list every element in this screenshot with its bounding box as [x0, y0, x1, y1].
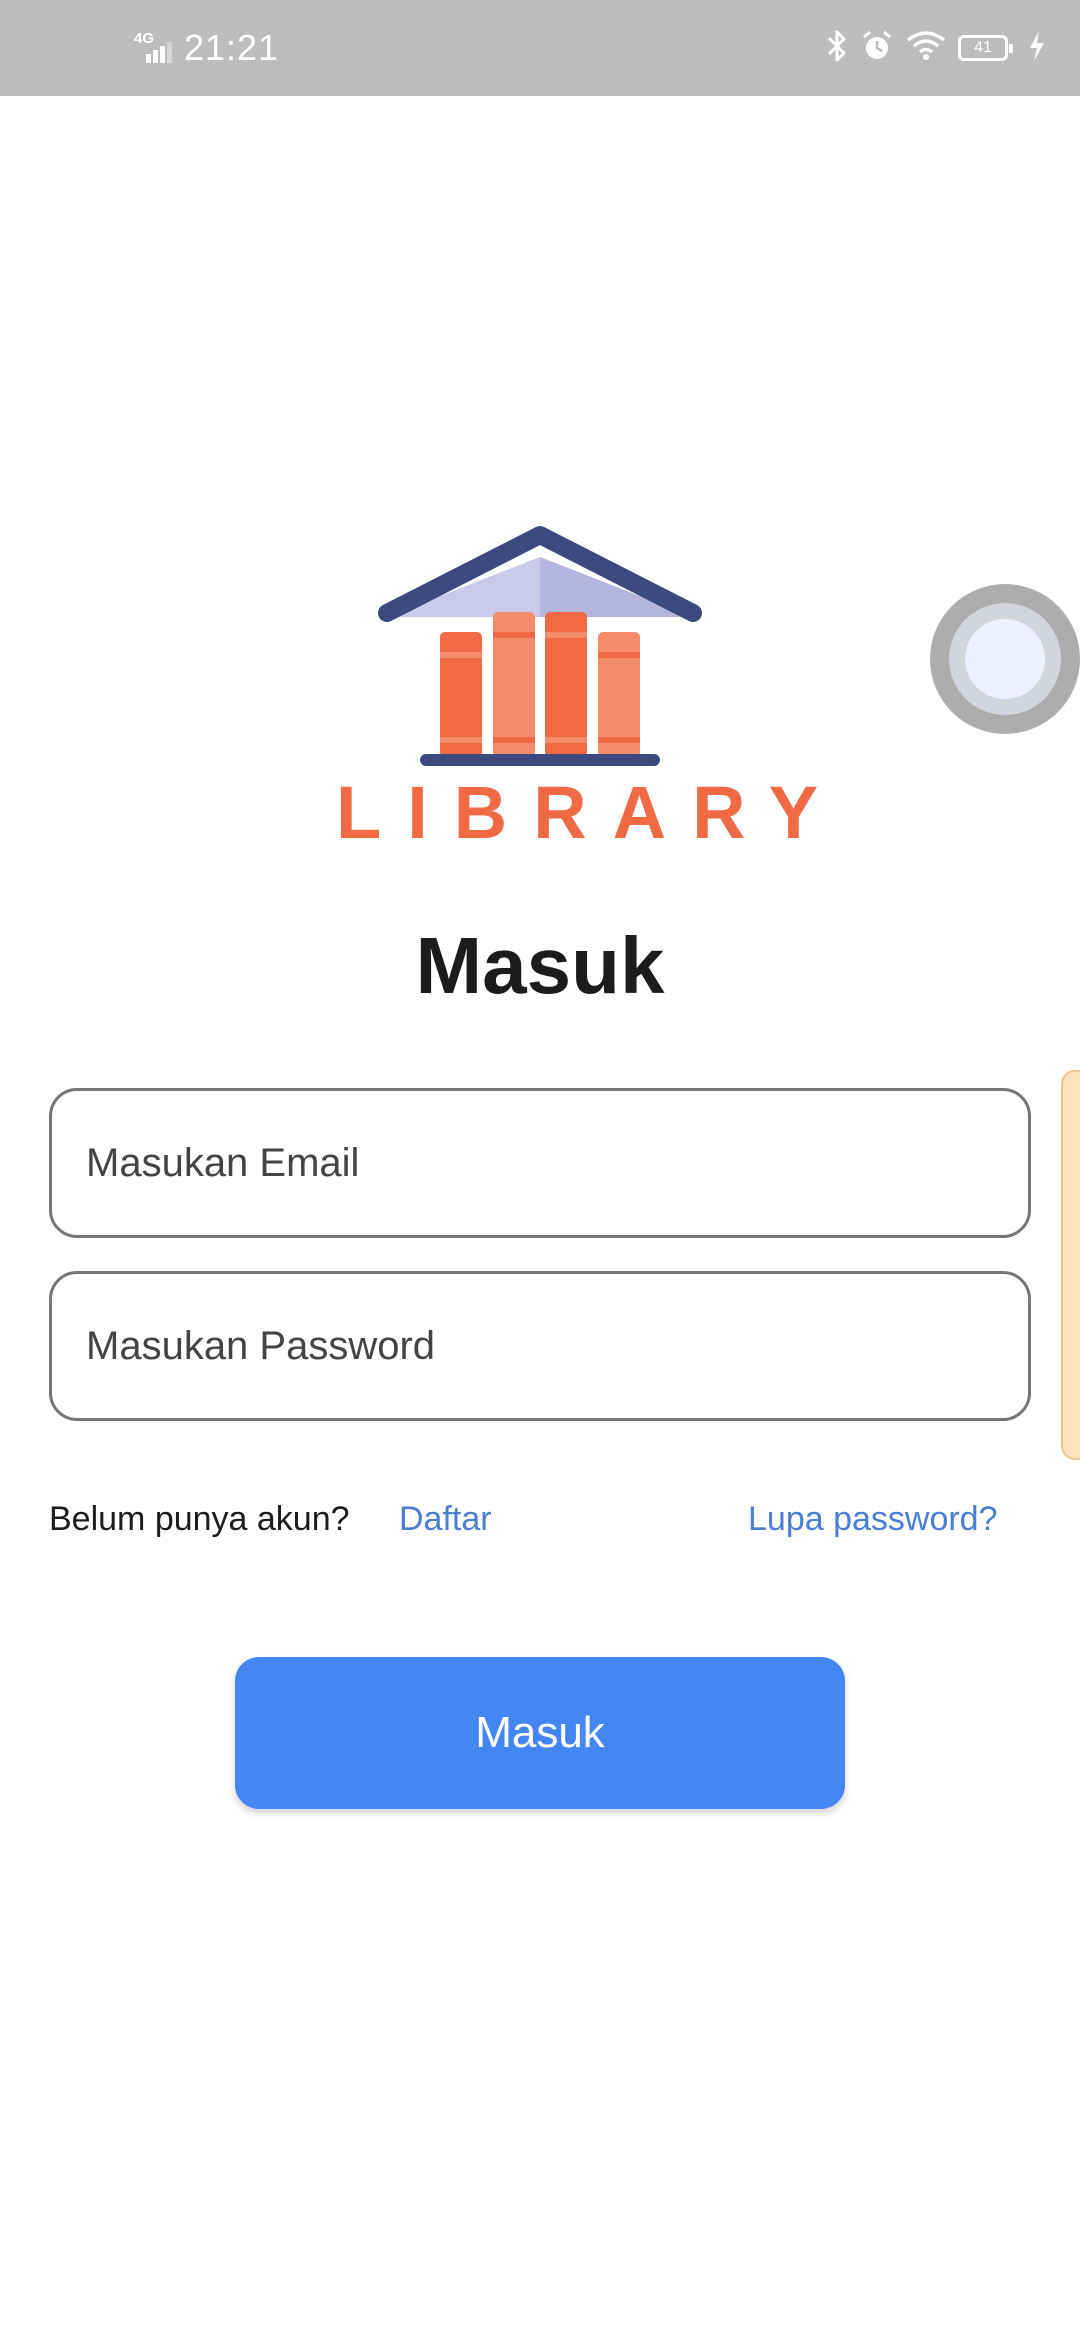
login-button[interactable]: Masuk [235, 1657, 845, 1809]
logo-books [440, 612, 640, 757]
status-right: 41 [826, 0, 1046, 96]
battery-icon: 41 [958, 35, 1013, 61]
assistive-touch-core [965, 619, 1045, 699]
forgot-password-link[interactable]: Lupa password? [748, 1500, 998, 1539]
page-title: Masuk [415, 921, 665, 1010]
edge-panel-handle[interactable] [1061, 1070, 1080, 1460]
logo-text: LIBRARY [336, 771, 845, 854]
alarm-icon [860, 29, 894, 68]
status-time: 21:21 [184, 27, 280, 68]
charging-icon [1028, 30, 1046, 67]
register-link[interactable]: Daftar [399, 1500, 492, 1539]
email-input[interactable] [49, 1088, 1031, 1238]
assistive-touch-ring [949, 603, 1061, 715]
logo-shelf [420, 754, 660, 766]
status-left: 4G 21:21 [134, 0, 279, 96]
status-bar: 4G 21:21 41 [0, 0, 1080, 96]
signal-icon: 4G [134, 30, 174, 66]
wifi-icon [906, 30, 946, 67]
password-input[interactable] [49, 1271, 1031, 1421]
bluetooth-icon [826, 29, 848, 68]
battery-level: 41 [974, 39, 992, 56]
assistive-touch-button[interactable] [930, 584, 1080, 734]
no-account-text: Belum punya akun? [49, 1500, 350, 1538]
